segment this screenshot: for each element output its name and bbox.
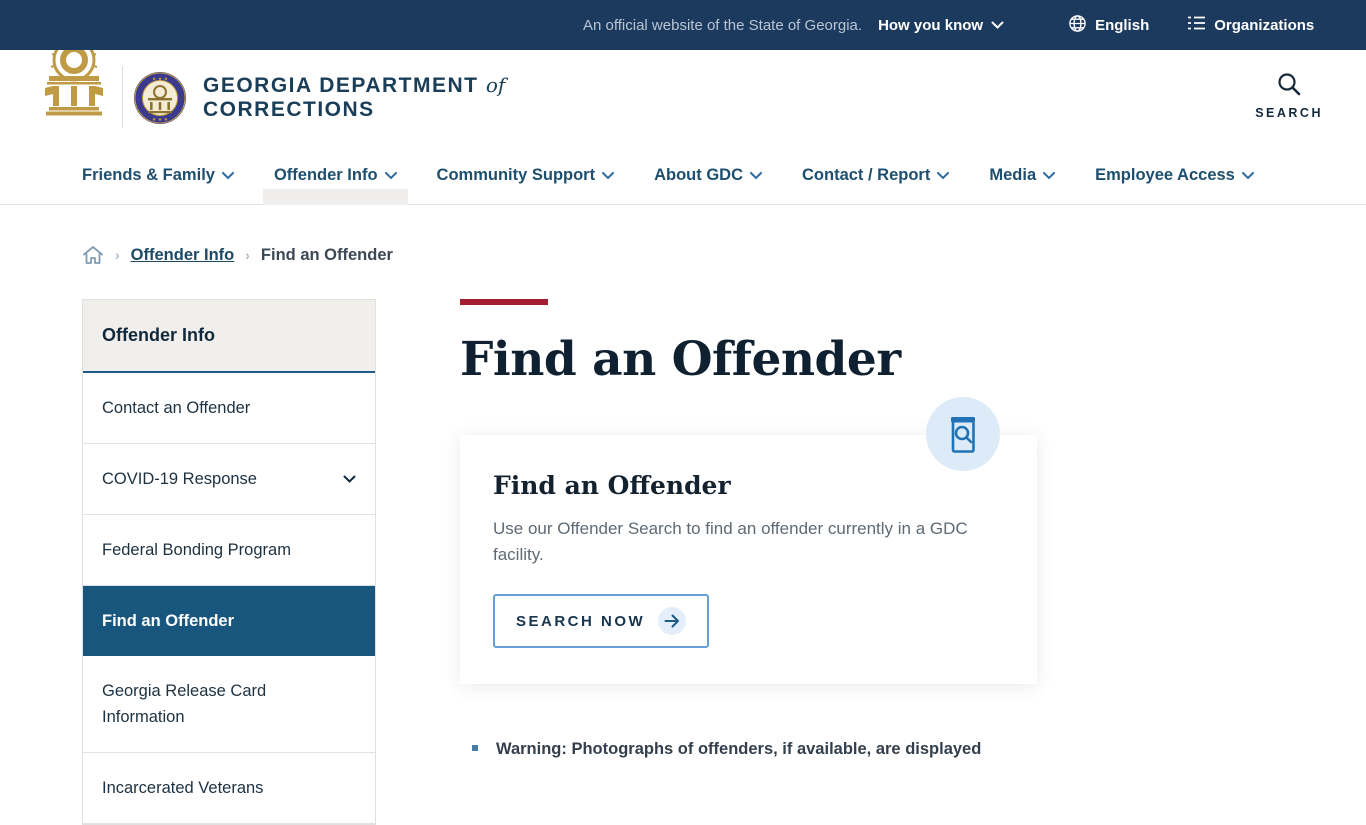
agency-of: of bbox=[485, 73, 506, 97]
nav-item-friends-family: Friends & Family bbox=[82, 145, 234, 205]
nav-item-community-support: Community Support bbox=[437, 145, 615, 205]
page-content: › Offender Info › Find an Offender Offen… bbox=[0, 245, 1366, 825]
header-divider bbox=[122, 66, 123, 128]
sidebar-item-federal-bonding-program[interactable]: Federal Bonding Program bbox=[83, 515, 375, 586]
nav-item-media: Media bbox=[989, 145, 1056, 205]
list-bullet bbox=[472, 745, 478, 751]
site-header: ★ ★ ★ ★ ★ ★ GEORGIA DEPARTMENT of CORREC… bbox=[0, 28, 1366, 145]
find-offender-card: Find an Offender Use our Offender Search… bbox=[460, 397, 1037, 684]
title-accent-bar bbox=[460, 299, 548, 305]
chevron-down-icon bbox=[602, 166, 615, 185]
sidebar-item-incarcerated-veterans[interactable]: Incarcerated Veterans bbox=[83, 753, 375, 824]
chevron-down-icon bbox=[1043, 166, 1056, 185]
search-now-label: SEARCH NOW bbox=[516, 612, 646, 630]
nav-link-community-support[interactable]: Community Support bbox=[437, 166, 615, 185]
agency-name: GEORGIA DEPARTMENT of CORRECTIONS bbox=[203, 73, 505, 122]
organizations-button[interactable]: Organizations bbox=[1181, 14, 1320, 36]
how-you-know-toggle[interactable]: How you know bbox=[872, 16, 1010, 35]
main-navigation: Friends & Family Offender Info Community… bbox=[0, 145, 1366, 205]
language-selector[interactable]: English bbox=[1062, 13, 1155, 38]
main-column: Find an Offender Find an Offender Use ou… bbox=[460, 299, 1037, 825]
header-search-button[interactable]: SEARCH bbox=[1255, 71, 1323, 120]
chevron-down-icon bbox=[991, 17, 1004, 34]
home-icon bbox=[83, 246, 103, 264]
chevron-down-icon bbox=[384, 166, 397, 185]
breadcrumb-current-page: Find an Offender bbox=[260, 245, 393, 264]
breadcrumb-home-link[interactable] bbox=[82, 245, 104, 265]
section-sidebar: Offender Info Contact an Offender COVID-… bbox=[82, 299, 376, 825]
page-title: Find an Offender bbox=[460, 332, 901, 387]
nav-link-offender-info[interactable]: Offender Info bbox=[274, 166, 397, 185]
nav-link-contact-report[interactable]: Contact / Report bbox=[802, 166, 950, 185]
language-label: English bbox=[1095, 16, 1150, 34]
nav-link-employee-access[interactable]: Employee Access bbox=[1095, 166, 1254, 185]
gdc-seal-icon: ★ ★ ★ ★ ★ ★ bbox=[134, 71, 186, 124]
card-title: Find an Offender bbox=[493, 471, 731, 500]
globe-icon bbox=[1068, 14, 1087, 37]
card-icon-circle bbox=[926, 397, 1000, 471]
search-icon bbox=[1278, 73, 1301, 96]
breadcrumb-chevron-icon: › bbox=[115, 247, 120, 263]
search-label: SEARCH bbox=[1255, 106, 1323, 120]
breadcrumb: › Offender Info › Find an Offender bbox=[82, 245, 1366, 265]
sidebar-item-find-an-offender[interactable]: Find an Offender bbox=[83, 586, 375, 656]
chevron-down-icon bbox=[937, 166, 950, 185]
agency-brand[interactable]: ★ ★ ★ ★ ★ ★ GEORGIA DEPARTMENT of CORREC… bbox=[133, 71, 505, 125]
official-state-bar: An official website of the State of Geor… bbox=[0, 0, 1366, 50]
breadcrumb-chevron-icon: › bbox=[245, 247, 250, 263]
chevron-down-icon bbox=[750, 166, 763, 185]
search-now-button[interactable]: SEARCH NOW bbox=[493, 594, 710, 648]
chevron-down-icon[interactable] bbox=[343, 466, 356, 492]
svg-text:★ ★ ★: ★ ★ ★ bbox=[152, 117, 169, 123]
how-you-know-label: How you know bbox=[878, 16, 984, 34]
nav-link-media[interactable]: Media bbox=[989, 166, 1056, 185]
sidebar-item-contact-an-offender[interactable]: Contact an Offender bbox=[83, 373, 375, 444]
warning-list-item: Warning: Photographs of offenders, if av… bbox=[460, 736, 1020, 762]
sidebar-item-georgia-release-card-information[interactable]: Georgia Release Card Information bbox=[83, 656, 375, 753]
nav-item-offender-info: Offender Info bbox=[262, 145, 408, 205]
sidebar-title: Offender Info bbox=[83, 299, 375, 373]
nav-item-about-gdc: About GDC bbox=[654, 145, 763, 205]
agency-line2: CORRECTIONS bbox=[203, 98, 375, 121]
sidebar-item-covid-19-response[interactable]: COVID-19 Response bbox=[83, 444, 375, 515]
organizations-label: Organizations bbox=[1214, 16, 1315, 34]
document-search-icon bbox=[951, 417, 975, 453]
chevron-down-icon bbox=[221, 166, 234, 185]
org-list-icon bbox=[1187, 15, 1206, 35]
official-message: An official website of the State of Geor… bbox=[583, 16, 863, 34]
nav-item-contact-report: Contact / Report bbox=[802, 145, 950, 205]
arrow-right-icon bbox=[658, 607, 687, 635]
warning-text: Warning: Photographs of offenders, if av… bbox=[496, 740, 982, 758]
chevron-down-icon bbox=[1241, 166, 1254, 185]
agency-line1: GEORGIA DEPARTMENT bbox=[203, 74, 479, 97]
nav-link-about-gdc[interactable]: About GDC bbox=[654, 166, 763, 185]
breadcrumb-link-offender-info[interactable]: Offender Info bbox=[131, 246, 235, 265]
nav-item-employee-access: Employee Access bbox=[1095, 145, 1254, 205]
card-description: Use our Offender Search to find an offen… bbox=[493, 519, 968, 564]
nav-link-friends-family[interactable]: Friends & Family bbox=[82, 166, 234, 185]
svg-text:★ ★ ★: ★ ★ ★ bbox=[152, 76, 169, 82]
